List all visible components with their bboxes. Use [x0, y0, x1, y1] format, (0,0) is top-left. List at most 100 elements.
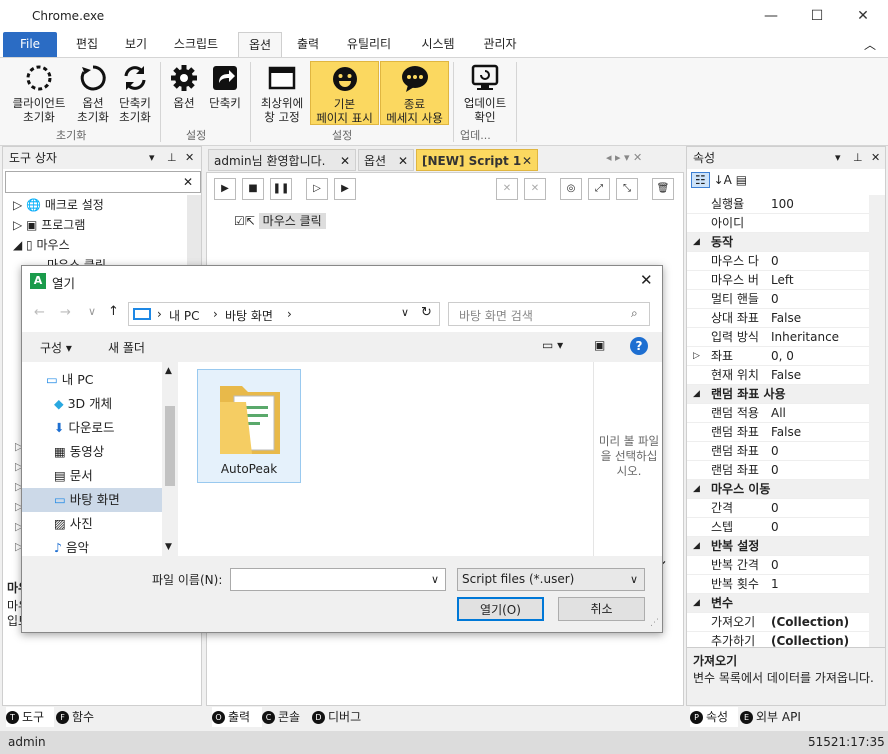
expand-icon[interactable]: ◢ [693, 480, 700, 498]
view-options-icon[interactable]: ▭ ▾ [542, 338, 563, 352]
pin-icon[interactable]: ⊥ [853, 147, 863, 169]
tab-admin[interactable]: 관리자 [472, 32, 528, 57]
recent-dropdown-icon[interactable]: ∨ [88, 305, 96, 318]
property-row[interactable]: 가져오기 (Collection) [687, 613, 869, 632]
nav-item-music[interactable]: ♪ 음악 [54, 536, 89, 560]
clear-search-icon[interactable]: ✕ [183, 175, 193, 189]
expand-button[interactable]: ⤢ [588, 178, 610, 200]
nav-item-videos[interactable]: ▦ 동영상 [54, 440, 104, 464]
property-row[interactable]: 입력 방식 Inheritance [687, 328, 869, 347]
tab-script-1[interactable]: [NEW] Script 1 ✕ [416, 149, 538, 171]
property-row[interactable]: 반복 횟수 1 [687, 575, 869, 594]
alphabetical-icon[interactable]: ↓A [714, 173, 732, 187]
property-value[interactable]: False [771, 309, 801, 327]
close-icon[interactable]: ✕ [522, 150, 532, 172]
property-value[interactable]: 100 [771, 195, 794, 213]
tab-nav-icons[interactable]: ◂ ▸ ▾ ✕ [606, 151, 642, 164]
tab-welcome[interactable]: admin님 환영합니다. ✕ [208, 149, 356, 171]
property-row[interactable]: 마우스 버 Left [687, 271, 869, 290]
refresh-icon[interactable]: ↻ [421, 305, 432, 320]
minimize-button[interactable]: — [748, 0, 794, 32]
toolbox-search-input[interactable] [5, 171, 201, 193]
close-button[interactable]: ✕ [840, 0, 886, 32]
property-row[interactable]: 간격 0 [687, 499, 869, 518]
file-item-autopeak[interactable]: AutoPeak [197, 369, 301, 483]
tab-external-api[interactable]: E 외부 API [740, 707, 810, 727]
property-row[interactable]: 스텝 0 [687, 518, 869, 537]
breadcrumb-item[interactable]: 바탕 화면 [225, 307, 273, 324]
property-row[interactable]: ▷ 좌표 0, 0 [687, 347, 869, 366]
property-row[interactable]: 랜덤 좌표 False [687, 423, 869, 442]
expand-icon[interactable]: ◢ [693, 537, 700, 555]
always-on-top-button[interactable]: 최상위에 창 고정 [254, 61, 310, 124]
forward-icon[interactable]: → [60, 305, 71, 320]
tree-item-program[interactable]: ▷ ▣ 프로그램 [13, 215, 106, 235]
tree-item-macro[interactable]: ▷ 🌐 매크로 설정 [13, 195, 106, 215]
property-value[interactable]: 1 [771, 575, 779, 593]
property-row[interactable]: 마우스 다 0 [687, 252, 869, 271]
nav-scrollbar[interactable]: ▲ ▼ [162, 362, 178, 556]
run-to-button[interactable]: ▶ [334, 178, 356, 200]
pause-button[interactable]: ❚❚ [270, 178, 292, 200]
dropdown-icon[interactable]: ▾ [149, 147, 155, 169]
collapse-ribbon-icon[interactable]: ︿ [864, 36, 876, 53]
tab-console[interactable]: C 콘솔 [262, 707, 312, 727]
toolbox-scrollbar[interactable] [187, 195, 201, 275]
close-icon[interactable]: ✕ [871, 147, 880, 169]
property-value[interactable]: (Collection) [771, 613, 849, 631]
script-node[interactable]: ☑⇱ 마우스 클릭 [234, 212, 326, 229]
nav-item-3d[interactable]: ◆ 3D 개체 [54, 392, 112, 416]
property-row[interactable]: 상대 좌표 False [687, 309, 869, 328]
tab-options-doc[interactable]: 옵션 ✕ [358, 149, 414, 171]
show-home-page-button[interactable]: 기본 페이지 표시 [310, 61, 379, 125]
property-value[interactable]: Inheritance [771, 328, 839, 346]
checkbox-icon[interactable]: ☑ [234, 214, 245, 228]
tab-system[interactable]: 시스템 [410, 32, 466, 57]
nav-item-desktop[interactable]: ▭ 바탕 화면 [22, 488, 162, 512]
expand-icon[interactable]: ◢ [693, 233, 700, 251]
property-row[interactable]: 반복 간격 0 [687, 556, 869, 575]
nav-item-my-pc[interactable]: ▭ 내 PC [46, 368, 94, 392]
property-row[interactable]: 랜덤 적용 All [687, 404, 869, 423]
collapse-button[interactable]: ⤡ [616, 178, 638, 200]
file-type-select[interactable]: Script files (*.user) ∨ [457, 568, 645, 591]
expand-icon[interactable]: ▷ [693, 347, 700, 365]
property-value[interactable]: 0 [771, 461, 779, 479]
address-bar[interactable]: › 내 PC › 바탕 화면 › ∨ ↻ [128, 302, 440, 326]
resize-grip-icon[interactable]: ⋰ [650, 618, 659, 628]
reset-options-button[interactable]: 옵션 초기화 [72, 61, 114, 124]
play-button[interactable]: ▶ [214, 178, 236, 200]
property-value[interactable]: 0 [771, 518, 779, 536]
tab-functions[interactable]: F 함수 [56, 707, 106, 727]
tab-options[interactable]: 옵션 [238, 32, 282, 57]
close-icon[interactable]: ✕ [398, 150, 408, 172]
property-value[interactable]: 0, 0 [771, 347, 794, 365]
property-category[interactable]: ◢ 동작 [687, 233, 869, 252]
property-category[interactable]: ◢ 변수 [687, 594, 869, 613]
maximize-button[interactable]: ☐ [794, 0, 840, 32]
stop-button[interactable]: ■ [242, 178, 264, 200]
options-button[interactable]: 옵션 [166, 61, 202, 110]
close-icon[interactable]: ✕ [340, 150, 350, 172]
tab-utility[interactable]: 유틸리티 [335, 32, 403, 57]
tab-view[interactable]: 보기 [114, 32, 158, 57]
property-value[interactable]: False [771, 366, 801, 384]
property-value[interactable]: 0 [771, 499, 779, 517]
reset-hotkeys-button[interactable]: 단축키 초기화 [114, 61, 156, 124]
property-scrollbar[interactable] [869, 195, 885, 647]
property-category[interactable]: ◢ 반복 설정 [687, 537, 869, 556]
property-value[interactable]: All [771, 404, 786, 422]
nav-item-pictures[interactable]: ▨ 사진 [54, 512, 93, 536]
preview-pane-icon[interactable]: ▣ [594, 338, 605, 352]
tab-output-panel[interactable]: O 출력 [212, 707, 262, 727]
cancel-button[interactable]: 취소 [558, 597, 645, 621]
check-update-button[interactable]: 업데이트 확인 [456, 61, 514, 124]
property-row[interactable]: 아이디 [687, 214, 869, 233]
address-dropdown-icon[interactable]: ∨ [401, 306, 409, 319]
property-category[interactable]: ◢ 랜덤 좌표 사용 [687, 385, 869, 404]
tree-item-mouse[interactable]: ◢ ▯ 마우스 [13, 235, 106, 255]
tab-debug[interactable]: D 디버그 [312, 707, 372, 727]
tab-tools[interactable]: T 도구 [6, 707, 54, 727]
property-pages-icon[interactable]: ▤ [736, 173, 747, 187]
new-folder-button[interactable]: 새 폴더 [108, 339, 145, 356]
